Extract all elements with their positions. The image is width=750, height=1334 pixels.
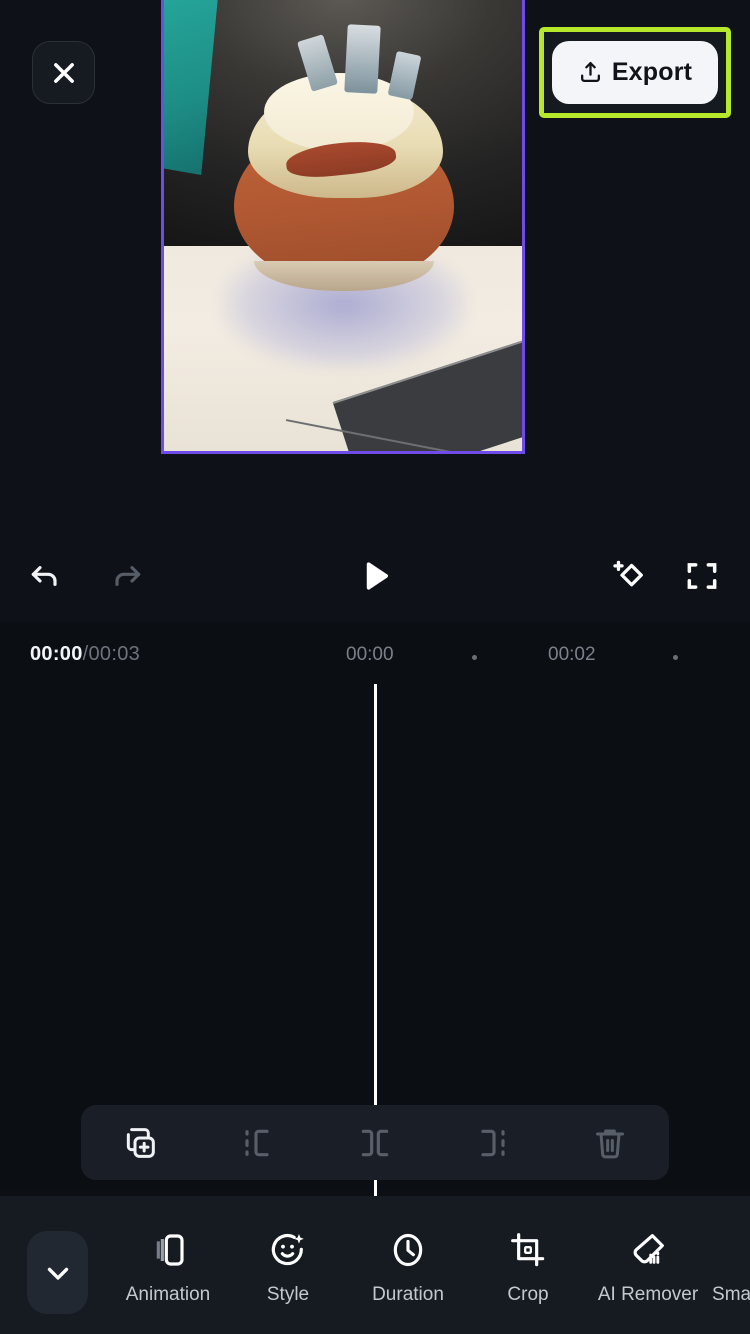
trim-left-button[interactable] xyxy=(199,1123,317,1163)
bottom-toolbar: Animation Style Duration Crop AI Remover… xyxy=(0,1196,750,1334)
time-display: 00:00/00:03 xyxy=(30,643,140,666)
current-time: 00:00 xyxy=(30,643,83,665)
close-icon xyxy=(50,59,78,87)
chevron-down-icon xyxy=(41,1256,75,1290)
copy-button[interactable] xyxy=(81,1123,199,1163)
tool-style[interactable]: Style xyxy=(228,1222,348,1332)
tool-label: Crop xyxy=(507,1284,549,1305)
split-icon xyxy=(355,1123,395,1163)
undo-icon xyxy=(25,556,65,596)
total-time: /00:03 xyxy=(82,643,141,665)
video-preview[interactable] xyxy=(161,0,525,454)
ruler-dot-0 xyxy=(472,655,477,660)
ruler-dot-1 xyxy=(673,655,678,660)
export-label: Export xyxy=(611,58,693,86)
style-icon xyxy=(268,1222,308,1278)
redo-button[interactable] xyxy=(92,540,162,612)
tool-list: Animation Style Duration Crop AI Remover… xyxy=(108,1222,750,1332)
delete-button[interactable] xyxy=(551,1123,669,1163)
tool-label: AI Remover xyxy=(597,1284,699,1305)
trim-right-icon xyxy=(473,1123,513,1163)
close-button[interactable] xyxy=(32,41,95,104)
upload-icon xyxy=(578,60,603,85)
trim-right-button[interactable] xyxy=(434,1123,552,1163)
player-controls xyxy=(0,540,750,622)
trash-icon xyxy=(590,1123,630,1163)
timeline-ruler[interactable]: 00:00/00:03 00:00 00:02 xyxy=(0,622,750,684)
ruler-tick-0: 00:00 xyxy=(346,644,394,665)
clock-icon xyxy=(388,1222,428,1278)
video-editor-screen: Export 00:00/00:03 00:00 00:02 Animation… xyxy=(0,0,750,1334)
tool-ai-remover[interactable]: AI Remover xyxy=(588,1222,708,1332)
undo-button[interactable] xyxy=(10,540,80,612)
copy-icon xyxy=(120,1123,160,1163)
collapse-toolbar-button[interactable] xyxy=(27,1231,88,1314)
tool-crop[interactable]: Crop xyxy=(468,1222,588,1332)
preview-image xyxy=(164,0,522,451)
preview-stage: Export xyxy=(0,0,750,622)
ai-eraser-icon xyxy=(628,1222,668,1278)
split-button[interactable] xyxy=(316,1123,434,1163)
animation-icon xyxy=(148,1222,188,1278)
play-icon xyxy=(356,557,394,595)
tool-label: Animation xyxy=(125,1284,211,1305)
ruler-tick-1: 00:02 xyxy=(548,644,596,665)
ai-effects-button[interactable] xyxy=(594,540,664,612)
tool-animation[interactable]: Animation xyxy=(108,1222,228,1332)
fullscreen-button[interactable] xyxy=(667,540,737,612)
crop-icon xyxy=(508,1222,548,1278)
export-button[interactable]: Export xyxy=(552,41,718,104)
export-highlight-box: Export xyxy=(539,27,731,118)
redo-icon xyxy=(107,556,147,596)
fullscreen-icon xyxy=(683,557,721,595)
clip-action-toolbar xyxy=(81,1105,669,1180)
sparkle-icon xyxy=(608,555,650,597)
tool-smart-cutout[interactable]: Smart Cutout xyxy=(708,1222,750,1332)
tool-label: Smart Cutout xyxy=(712,1284,750,1305)
tool-duration[interactable]: Duration xyxy=(348,1222,468,1332)
trim-left-icon xyxy=(237,1123,277,1163)
play-button[interactable] xyxy=(340,540,410,612)
tool-label: Style xyxy=(266,1284,310,1305)
tool-label: Duration xyxy=(372,1284,444,1305)
